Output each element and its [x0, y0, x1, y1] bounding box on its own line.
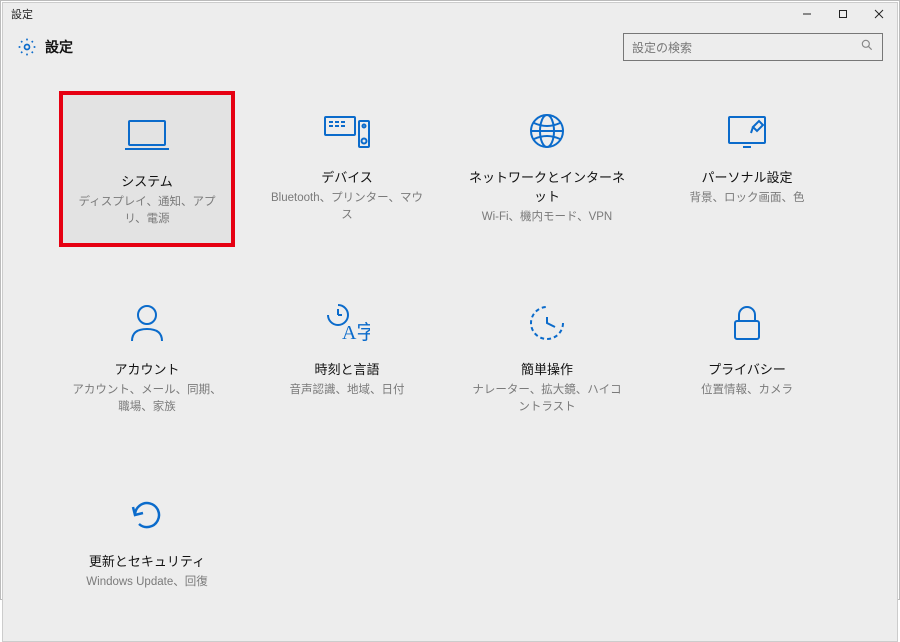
- titlebar: 設定: [3, 3, 897, 25]
- ease-icon: [525, 295, 569, 351]
- tile-desc: 音声認識、地域、日付: [286, 382, 409, 399]
- tile-accounts[interactable]: アカウント アカウント、メール、同期、職場、家族: [59, 283, 235, 439]
- tile-title: 時刻と言語: [314, 359, 379, 378]
- search-input[interactable]: 設定の検索: [623, 33, 883, 61]
- tile-network[interactable]: ネットワークとインターネット Wi-Fi、機内モード、VPN: [459, 91, 635, 247]
- header: 設定 設定の検索: [3, 25, 897, 65]
- accounts-icon: [127, 295, 167, 351]
- tile-update[interactable]: 更新とセキュリティ Windows Update、回復: [59, 475, 235, 631]
- tile-desc: ディスプレイ、通知、アプリ、電源: [71, 194, 223, 229]
- tile-title: システム: [121, 171, 173, 190]
- search-placeholder: 設定の検索: [632, 39, 854, 56]
- svg-text:A字: A字: [342, 321, 370, 344]
- tile-system[interactable]: システム ディスプレイ、通知、アプリ、電源: [59, 91, 235, 247]
- maximize-button[interactable]: [825, 3, 861, 25]
- settings-grid: システム ディスプレイ、通知、アプリ、電源 デバイス B: [3, 65, 897, 641]
- tile-desc: ナレーター、拡大鏡、ハイコントラスト: [467, 382, 627, 417]
- gear-icon: [17, 37, 37, 57]
- tile-desc: アカウント、メール、同期、職場、家族: [67, 382, 227, 417]
- tile-devices[interactable]: デバイス Bluetooth、プリンター、マウス: [259, 91, 435, 247]
- tile-title: ネットワークとインターネット: [467, 167, 627, 205]
- tile-time[interactable]: A字 時刻と言語 音声認識、地域、日付: [259, 283, 435, 439]
- tile-title: デバイス: [321, 167, 373, 186]
- personal-icon: [723, 103, 771, 159]
- privacy-icon: [729, 295, 765, 351]
- search-icon: [860, 38, 874, 57]
- tile-desc: Bluetooth、プリンター、マウス: [267, 190, 427, 225]
- tile-ease[interactable]: 簡単操作 ナレーター、拡大鏡、ハイコントラスト: [459, 283, 635, 439]
- tile-title: 更新とセキュリティ: [89, 551, 205, 570]
- tile-desc: 背景、ロック画面、色: [686, 190, 809, 207]
- update-icon: [125, 487, 169, 543]
- tile-title: パーソナル設定: [701, 167, 792, 186]
- close-button[interactable]: [861, 3, 897, 25]
- window-title: 設定: [3, 6, 789, 22]
- network-icon: [525, 103, 569, 159]
- tile-title: プライバシー: [708, 359, 786, 378]
- tile-personal[interactable]: パーソナル設定 背景、ロック画面、色: [659, 91, 835, 247]
- tile-privacy[interactable]: プライバシー 位置情報、カメラ: [659, 283, 835, 439]
- tile-title: 簡単操作: [521, 359, 573, 378]
- minimize-button[interactable]: [789, 3, 825, 25]
- devices-icon: [321, 103, 373, 159]
- page-title: 設定: [45, 37, 73, 57]
- system-icon: [123, 107, 171, 163]
- time-icon: A字: [324, 295, 370, 351]
- tile-desc: 位置情報、カメラ: [697, 382, 797, 399]
- tile-title: アカウント: [114, 359, 179, 378]
- tile-desc: Windows Update、回復: [82, 574, 211, 591]
- tile-desc: Wi-Fi、機内モード、VPN: [478, 209, 617, 226]
